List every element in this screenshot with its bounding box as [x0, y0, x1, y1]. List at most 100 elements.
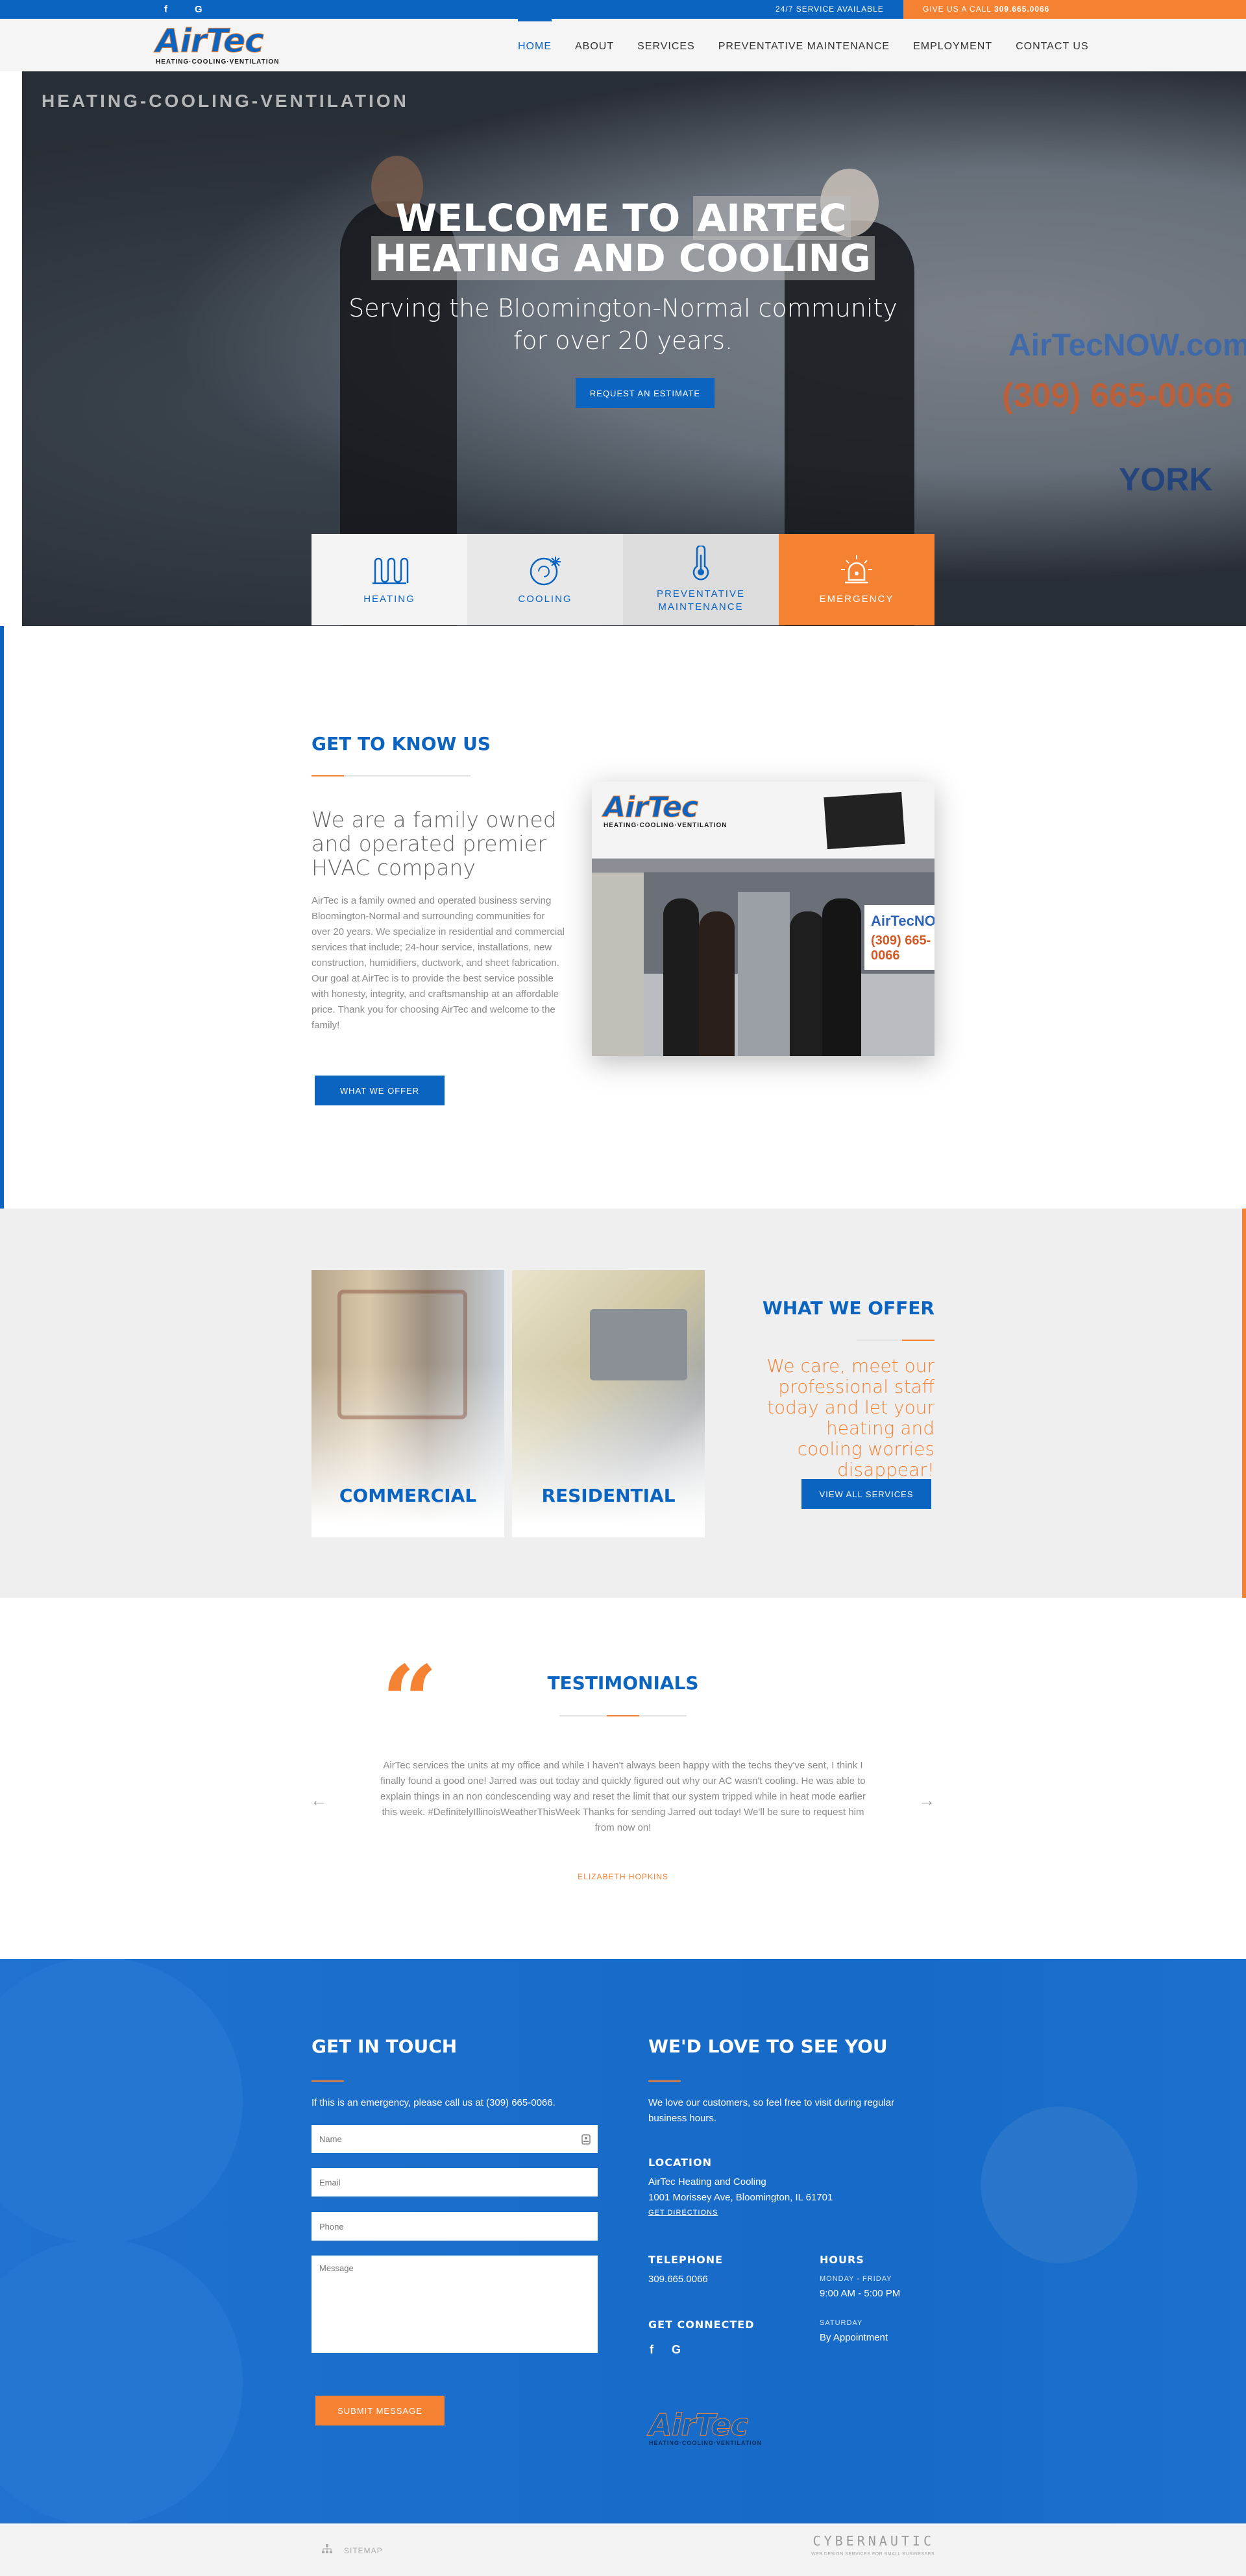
- nav-employment[interactable]: EMPLOYMENT: [901, 19, 1004, 71]
- service-box-label: HEATING: [363, 593, 415, 605]
- get-directions-link[interactable]: GET DIRECTIONS: [648, 2209, 718, 2217]
- contact-intro: If this is an emergency, please call us …: [312, 2097, 556, 2108]
- service-box-label: PREVENTATIVE MAINTENANCE: [657, 588, 745, 612]
- site-logo[interactable]: AirTec HEATING·COOLING·VENTILATION: [156, 25, 280, 66]
- card-image-detail: [337, 1290, 467, 1419]
- weekday-label: MONDAY - FRIDAY: [820, 2275, 892, 2283]
- next-arrow-icon[interactable]: →: [918, 1790, 935, 1811]
- service-box-cooling[interactable]: COOLING: [467, 534, 623, 625]
- commercial-card[interactable]: COMMERCIAL: [312, 1270, 504, 1537]
- footer-facebook-icon[interactable]: f: [650, 2342, 654, 2357]
- about-rule: [312, 775, 470, 776]
- view-all-services-button[interactable]: VIEW ALL SERVICES: [801, 1479, 931, 1509]
- hero-subtitle: Serving the Bloomington-Normal community…: [0, 292, 1246, 357]
- logo-wordmark: AirTec: [156, 22, 265, 60]
- call-label: GIVE US A CALL: [923, 5, 992, 14]
- visit-heading: WE'D LOVE TO SEE YOU: [648, 2036, 888, 2057]
- connected-label: GET CONNECTED: [648, 2318, 755, 2331]
- photo-sign-phone: (309) 665-0066: [871, 933, 931, 963]
- location-address: 1001 Morissey Ave, Bloomington, IL 61701: [648, 2192, 833, 2203]
- service-box-preventative-maintenance[interactable]: PREVENTATIVE MAINTENANCE: [623, 534, 779, 625]
- photo-furnace: [738, 892, 790, 1056]
- prev-arrow-icon[interactable]: ←: [310, 1790, 327, 1811]
- footer-logo-tagline: HEATING·COOLING·VENTILATION: [649, 2440, 763, 2446]
- saturday-hours: By Appointment: [820, 2332, 888, 2343]
- heating-icon: [373, 557, 409, 584]
- request-estimate-button[interactable]: REQUEST AN ESTIMATE: [576, 378, 715, 408]
- hero-sign-text: HEATING-COOLING-VENTILATION: [42, 91, 409, 111]
- saturday-label: SATURDAY: [820, 2319, 863, 2327]
- sitemap-icon: [322, 2544, 332, 2553]
- nav-contact-us[interactable]: CONTACT US: [1004, 19, 1101, 71]
- testimonial-author: ELIZABETH HOPKINS: [578, 1872, 668, 1881]
- hours-label: HOURS: [820, 2254, 864, 2266]
- about-heading: GET TO KNOW US: [312, 733, 491, 754]
- testimonials-rule: [559, 1715, 687, 1716]
- nav-services[interactable]: SERVICES: [626, 19, 707, 71]
- submit-message-button[interactable]: SUBMIT MESSAGE: [315, 2396, 445, 2426]
- visit-intro: We love our customers, so feel free to v…: [648, 2097, 895, 2124]
- name-field[interactable]: [312, 2125, 598, 2153]
- facebook-icon[interactable]: f: [164, 0, 167, 19]
- card-image-detail: [590, 1309, 687, 1380]
- call-number[interactable]: 309.665.0066: [994, 5, 1049, 14]
- photo-person: [790, 911, 825, 1056]
- about-lead: We are a family owned and operated premi…: [312, 807, 557, 880]
- contact-rule: [312, 2080, 344, 2082]
- service-availability: 24/7 SERVICE AVAILABLE: [776, 5, 884, 14]
- google-icon[interactable]: G: [195, 0, 202, 19]
- testimonials-heading: TESTIMONIALS: [547, 1672, 699, 1694]
- commercial-card-label: COMMERCIAL: [339, 1485, 477, 1506]
- credit-name[interactable]: CYBERNAUTIC: [798, 2533, 934, 2549]
- footer-google-icon[interactable]: G: [672, 2342, 681, 2357]
- photo-logo-wordmark: AirTec: [604, 791, 699, 824]
- call-banner[interactable]: GIVE US A CALL 309.665.0066: [903, 0, 1246, 19]
- about-body: AirTec is a family owned and operated bu…: [312, 895, 565, 1031]
- hero-title-airtec: AIRTEC: [693, 196, 851, 240]
- photo-sign: AirTecNOW.com (309) 665-0066: [864, 905, 934, 970]
- nav-home[interactable]: HOME: [506, 19, 563, 71]
- telephone-label: TELEPHONE: [648, 2254, 724, 2266]
- photo-logo-tagline: HEATING·COOLING·VENTILATION: [604, 822, 727, 829]
- offer-lead: We care, meet our professional staff tod…: [766, 1355, 934, 1480]
- sitemap-link[interactable]: SITEMAP: [344, 2546, 383, 2555]
- telephone-number[interactable]: 309.665.0066: [648, 2272, 708, 2287]
- photo-person: [699, 911, 735, 1056]
- phone-field[interactable]: [312, 2212, 598, 2241]
- credit-tagline: WEB DESIGN SERVICES FOR SMALL BUSINESSES: [811, 2552, 934, 2557]
- location-name: AirTec Heating and Cooling: [648, 2176, 766, 2187]
- offer-heading: WHAT WE OFFER: [762, 1297, 934, 1319]
- section-accent-bar: [1242, 1209, 1246, 1598]
- service-box-emergency[interactable]: EMERGENCY: [779, 534, 934, 625]
- hero-brand-phone: (309) 665-0066: [1002, 377, 1233, 415]
- photo-person: [663, 898, 699, 1056]
- hero-brand-york: YORK: [1119, 461, 1213, 498]
- nav-preventative-maintenance[interactable]: PREVENTATIVE MAINTENANCE: [707, 19, 901, 71]
- contact-card-icon: [581, 2134, 591, 2145]
- quote-icon: “: [382, 1644, 438, 1759]
- message-field[interactable]: [312, 2256, 598, 2353]
- location-label: LOCATION: [648, 2156, 712, 2169]
- hero-title: WELCOME TO AIRTEC HEATING AND COOLING: [0, 196, 1246, 280]
- residential-card[interactable]: RESIDENTIAL: [512, 1270, 705, 1537]
- service-box-label: COOLING: [518, 593, 572, 605]
- main-nav: HOME ABOUT SERVICES PREVENTATIVE MAINTEN…: [506, 19, 1101, 71]
- nav-about[interactable]: ABOUT: [563, 19, 626, 71]
- hero-subtitle-text: Serving the Bloomington-Normal community…: [348, 294, 898, 355]
- photo-person: [822, 898, 861, 1056]
- what-we-offer-button[interactable]: WHAT WE OFFER: [315, 1076, 445, 1105]
- emergency-icon: [841, 555, 872, 583]
- photo-logo: AirTec HEATING·COOLING·VENTILATION: [604, 793, 727, 829]
- residential-card-label: RESIDENTIAL: [541, 1485, 676, 1506]
- photo-door: [592, 873, 644, 1056]
- footer-logo[interactable]: AirTec HEATING·COOLING·VENTILATION: [648, 2410, 763, 2447]
- service-box-label: EMERGENCY: [819, 593, 894, 605]
- service-boxes: HEATING COOLING PREVENTATIVE MAINTENANCE…: [312, 534, 934, 625]
- contact-heading: GET IN TOUCH: [312, 2036, 458, 2057]
- contact-section: [0, 1959, 1246, 2523]
- email-field[interactable]: [312, 2168, 598, 2197]
- offer-rule: [857, 1340, 934, 1341]
- weekday-hours: 9:00 AM - 5:00 PM: [820, 2288, 901, 2299]
- section-accent-bar: [0, 626, 4, 1209]
- service-box-heating[interactable]: HEATING: [312, 534, 467, 625]
